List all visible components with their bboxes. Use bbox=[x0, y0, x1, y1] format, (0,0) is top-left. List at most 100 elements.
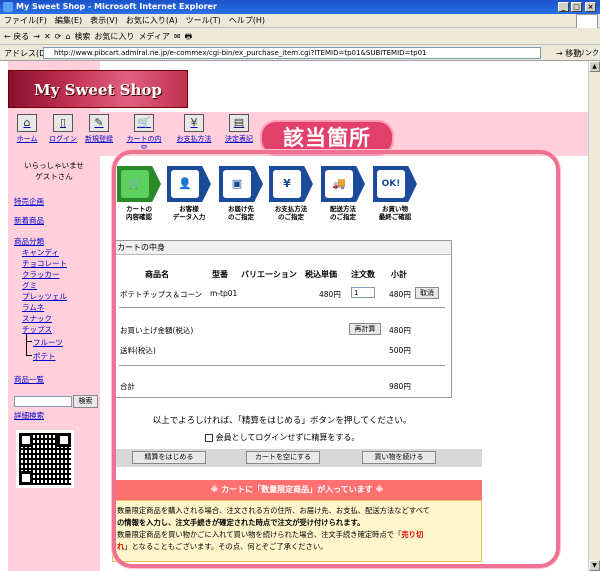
total-label: お買い上げ金額(税込) bbox=[120, 326, 194, 335]
sidebar-link-sale[interactable]: 特売企画 bbox=[14, 196, 44, 207]
forward-button[interactable]: → bbox=[33, 28, 40, 45]
menu-tools[interactable]: ツール(T) bbox=[182, 14, 225, 28]
quantity-input[interactable]: 1 bbox=[351, 287, 375, 298]
qr-corner bbox=[19, 433, 33, 447]
cart-icon: 🛒 bbox=[134, 114, 154, 132]
sidebar-cat-snack[interactable]: スナック bbox=[22, 313, 52, 324]
grand-total-label: 合計 bbox=[120, 382, 135, 391]
sidebar-link-detail-search[interactable]: 詳細検索 bbox=[14, 410, 44, 421]
nav-home[interactable]: ⌂ ホーム bbox=[10, 114, 44, 144]
col-name: 商品名 bbox=[145, 270, 169, 279]
notice-line: の情報を入力し、注文手続きが確定された時点で注文が受け付けられます。 bbox=[117, 518, 365, 527]
limited-notice-body: 数量限定商品を購入される場合、注文される方の住所、お届け先、お支払、配送方法など… bbox=[112, 500, 482, 562]
step-label: のご指定 bbox=[330, 213, 356, 221]
search-button[interactable]: 検索 bbox=[73, 395, 98, 408]
sidebar-subcat-fruits[interactable]: フルーツ bbox=[33, 337, 63, 348]
media-button[interactable]: メディア bbox=[138, 28, 169, 45]
continue-shopping-button[interactable]: 買い物を続ける bbox=[362, 451, 436, 464]
sidebar-link-new[interactable]: 新着商品 bbox=[14, 215, 44, 226]
favorites-button[interactable]: お気に入り bbox=[94, 28, 134, 45]
refresh-button[interactable]: ⟳ bbox=[55, 28, 62, 45]
notice-line: 数量限定商品を買い物かごに入れて買い物を続けられた場合、注文手続き確定時点で「 bbox=[117, 530, 402, 539]
menu-view[interactable]: 表示(V) bbox=[86, 14, 122, 28]
scroll-up-icon[interactable]: ▲ bbox=[589, 61, 600, 72]
address-input[interactable]: http://www.pibcart.admiral.ne.jp/e-comme… bbox=[43, 47, 541, 59]
step-label: 内容確認 bbox=[126, 213, 152, 221]
nav-login[interactable]: ▯ ログイン bbox=[46, 114, 80, 144]
print-icon[interactable]: 🖶 bbox=[185, 28, 193, 45]
checkout-button[interactable]: 精算をはじめる bbox=[132, 451, 206, 464]
step-label: お支払方法 bbox=[274, 205, 308, 213]
mail-icon[interactable]: ✉ bbox=[174, 28, 181, 45]
nav-legal[interactable]: ▤ 決定表記 bbox=[222, 114, 256, 144]
step-delivery: ▣ お届け先 のご指定 bbox=[218, 166, 264, 221]
home-button[interactable]: ⌂ bbox=[65, 28, 70, 45]
nav-legal-label: 決定表記 bbox=[225, 135, 253, 143]
nav-cart[interactable]: 🛒 カートの内容 bbox=[124, 114, 164, 154]
item-name[interactable]: ポテトチップス＆コーン bbox=[120, 289, 202, 300]
person-icon: 👤 bbox=[171, 170, 199, 198]
menu-favorites[interactable]: お気に入り(A) bbox=[122, 14, 182, 28]
sidebar-cat-ramune[interactable]: ラムネ bbox=[22, 302, 44, 313]
address-bar: アドレス(D) http://www.pibcart.admiral.ne.jp… bbox=[0, 45, 600, 61]
nav-payment-label: お支払方法 bbox=[176, 135, 212, 143]
step-label: お買い物 bbox=[382, 205, 408, 213]
page-left-margin bbox=[0, 61, 8, 571]
cancel-item-button[interactable]: 取消 bbox=[415, 287, 439, 299]
col-subtotal: 小計 bbox=[391, 270, 407, 279]
sidebar-cat-cracker[interactable]: クラッカー bbox=[22, 269, 60, 280]
scroll-down-icon[interactable]: ▼ bbox=[589, 560, 600, 571]
greeting-line1: いらっしゃいませ bbox=[24, 161, 84, 170]
stop-button[interactable]: ✕ bbox=[44, 28, 51, 45]
links-label[interactable]: リンク bbox=[578, 48, 599, 58]
nav-cart-label: カートの内容 bbox=[126, 135, 162, 153]
step-cart-confirm: 🛒 カートの 内容確認 bbox=[116, 166, 162, 221]
qr-corner bbox=[57, 433, 71, 447]
scrollbar[interactable]: ▲ ▼ bbox=[588, 61, 600, 571]
col-price: 税込単価 bbox=[305, 270, 337, 279]
nav-register[interactable]: ✎ 新規登録 bbox=[82, 114, 116, 144]
window-titlebar: My Sweet Shop - Microsoft Internet Explo… bbox=[0, 0, 600, 14]
step-label: カートの bbox=[126, 205, 152, 213]
shipping-label: 送料(税込) bbox=[120, 346, 156, 355]
minimize-button[interactable]: _ bbox=[558, 2, 569, 12]
step-label: のご指定 bbox=[278, 213, 304, 221]
maximize-button[interactable]: □ bbox=[571, 2, 582, 12]
sidebar-link-list[interactable]: 商品一覧 bbox=[14, 374, 44, 385]
notice-line: 数量限定商品を購入される場合、注文される方の住所、お届け先、お支払、配送方法など… bbox=[117, 506, 430, 515]
search-input[interactable] bbox=[14, 396, 72, 407]
menu-edit[interactable]: 編集(E) bbox=[51, 14, 86, 28]
close-button[interactable]: × bbox=[585, 2, 596, 12]
sidebar-link-category[interactable]: 商品分類 bbox=[14, 236, 44, 247]
sidebar-cat-pretzel[interactable]: プレッツェル bbox=[22, 291, 67, 302]
qr-corner bbox=[19, 471, 33, 485]
sidebar-cat-candy[interactable]: キャンディ bbox=[22, 247, 59, 258]
step-arrow-icon: 👤 bbox=[167, 166, 211, 202]
sidebar-cat-chocolate[interactable]: チョコレート bbox=[22, 258, 67, 269]
checkout-instruction: 以上でよろしければ、「精算をはじめる」ボタンを押してください。 bbox=[152, 416, 412, 426]
sidebar-subcat-potato[interactable]: ポテト bbox=[33, 351, 56, 362]
truck-icon: 🚚 bbox=[325, 170, 353, 198]
nav-payment[interactable]: ¥ お支払方法 bbox=[174, 114, 214, 144]
step-payment: ¥ お支払方法 のご指定 bbox=[268, 166, 314, 221]
box-icon: ▣ bbox=[223, 170, 251, 198]
col-qty: 注文数 bbox=[351, 270, 375, 279]
guest-checkout-checkbox[interactable] bbox=[204, 433, 213, 442]
shop-logo[interactable]: My Sweet Shop bbox=[8, 70, 188, 108]
tree-line bbox=[26, 342, 32, 356]
notice-highlight: 売り切 bbox=[401, 530, 424, 539]
item-price: 480円 bbox=[319, 290, 341, 299]
recalculate-button[interactable]: 再計算 bbox=[349, 323, 381, 335]
sidebar-cat-gummy[interactable]: グミ bbox=[22, 280, 37, 291]
menu-file[interactable]: ファイル(F) bbox=[0, 14, 51, 28]
address-label: アドレス(D) bbox=[4, 49, 49, 58]
house-icon: ⌂ bbox=[17, 114, 37, 132]
search-button[interactable]: 検索 bbox=[74, 28, 90, 45]
ok-icon: OK! bbox=[377, 170, 405, 198]
empty-cart-button[interactable]: カートを空にする bbox=[246, 451, 320, 464]
menu-help[interactable]: ヘルプ(H) bbox=[225, 14, 269, 28]
step-arrow-icon: ¥ bbox=[269, 166, 313, 202]
ie-icon bbox=[3, 2, 13, 12]
toolbar: ← 戻る → ✕ ⟳ ⌂ 検索 お気に入り メディア ✉ 🖶 bbox=[0, 28, 600, 45]
back-button[interactable]: ← 戻る bbox=[4, 28, 29, 45]
